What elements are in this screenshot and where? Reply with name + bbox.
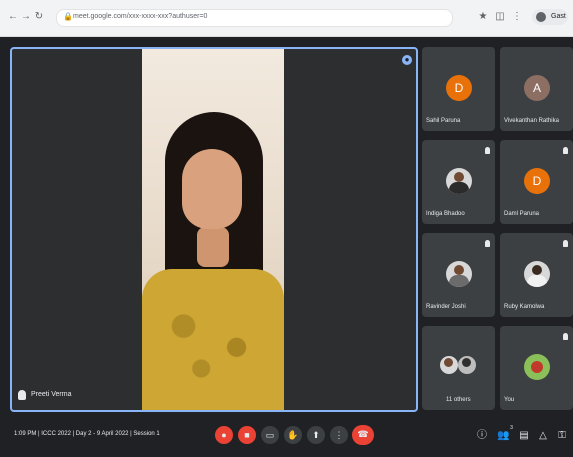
extension-icon[interactable]: ★ (478, 12, 488, 22)
photo-head (454, 172, 464, 182)
speaker-video (142, 49, 284, 410)
participant-photo (524, 261, 550, 287)
avatar: D (524, 168, 550, 194)
video-face (182, 149, 242, 229)
photo-head (462, 358, 471, 367)
participant-count-badge: 3 (510, 425, 513, 431)
participant-name: Vivekanthan Rathika (504, 118, 559, 124)
mic-muted-icon (485, 240, 490, 247)
browser-toolbar: ← → ↻ 🔒 meet.google.com/xxx-xxxx-xxx?aut… (0, 0, 573, 37)
speaker-name: Preeti Verma (31, 391, 72, 398)
hand-icon[interactable]: ✋ (284, 426, 302, 444)
participant-tile[interactable]: 11 others (422, 326, 495, 410)
avatar: A (524, 75, 550, 101)
participant-tile[interactable]: Ravinder Joshi (422, 233, 495, 317)
photo-body (449, 275, 469, 287)
speaking-indicator-icon: ● (402, 55, 412, 65)
reload-icon[interactable]: ↻ (34, 12, 44, 22)
chat-icon[interactable]: ▤ (518, 430, 530, 442)
end-call-icon[interactable]: ☎ (352, 425, 374, 445)
profile-button[interactable]: Gast (532, 9, 568, 25)
video-shirt-pattern (154, 289, 272, 395)
participant-tile[interactable]: Ruby Kamolwa (500, 233, 573, 317)
activities-icon[interactable]: △ (537, 430, 549, 442)
participant-name: 11 others (446, 397, 471, 403)
mic-muted-icon (485, 147, 490, 154)
present-icon[interactable]: ⬆ (307, 426, 325, 444)
address-bar[interactable]: 🔒 meet.google.com/xxx-xxxx-xxx?authuser=… (56, 9, 453, 27)
mic-muted-icon (563, 240, 568, 247)
more-icon[interactable]: ⋮ (330, 426, 348, 444)
participant-name: Ravinder Joshi (426, 304, 466, 310)
participant-name: Sahil Paruna (426, 118, 461, 124)
main-speaker-tile[interactable]: Preeti Verma ● (10, 47, 418, 412)
avatar (536, 12, 546, 22)
tab-icon[interactable]: ◫ (495, 12, 505, 22)
participant-photo (524, 354, 550, 380)
participant-photo (446, 261, 472, 287)
participant-name: Daml Paruna (504, 211, 540, 217)
mic-muted-icon (563, 333, 568, 340)
avatar: D (446, 75, 472, 101)
participant-tile[interactable]: A Vivekanthan Rathika (500, 47, 573, 131)
menu-icon[interactable]: ⋮ (512, 12, 522, 22)
mic-icon[interactable]: ● (215, 426, 233, 444)
lock-icon: 🔒 (63, 12, 73, 21)
captions-icon[interactable]: ▭ (261, 426, 279, 444)
mic-icon (18, 390, 26, 400)
back-icon[interactable]: ← (8, 12, 18, 22)
profile-label: Gast (551, 13, 566, 20)
photo-head (444, 358, 453, 367)
photo-head (531, 361, 543, 373)
info-icon[interactable]: ⓘ (476, 430, 488, 442)
meeting-controls: 1:09 PM | ICCC 2022 | Day 2 - 9 April 20… (0, 418, 573, 457)
camera-icon[interactable]: ■ (238, 426, 256, 444)
participant-photo (446, 168, 472, 194)
participant-name: Indiga Bhadoo (426, 211, 465, 217)
participant-name: Ruby Kamolwa (504, 304, 545, 310)
photo-body (527, 275, 547, 287)
participant-tile[interactable]: You (500, 326, 573, 410)
participant-photo (458, 356, 476, 374)
photo-body (449, 182, 469, 194)
participant-tile[interactable]: D Daml Paruna (500, 140, 573, 224)
meet-window: ← → ↻ 🔒 meet.google.com/xxx-xxxx-xxx?aut… (0, 0, 573, 457)
url-text: meet.google.com/xxx-xxxx-xxx?authuser=0 (73, 13, 208, 20)
participant-name: You (504, 397, 515, 403)
photo-head (454, 265, 464, 275)
meeting-details: 1:09 PM | ICCC 2022 | Day 2 - 9 April 20… (14, 431, 160, 437)
participant-tile[interactable]: D Sahil Paruna (422, 47, 495, 131)
participant-tile[interactable]: Indiga Bhadoo (422, 140, 495, 224)
photo-head (532, 265, 542, 275)
participant-photo (440, 356, 458, 374)
lock-icon[interactable]: ⚿ (556, 430, 568, 442)
mic-muted-icon (563, 147, 568, 154)
video-neck (197, 227, 229, 267)
forward-icon[interactable]: → (21, 12, 31, 22)
